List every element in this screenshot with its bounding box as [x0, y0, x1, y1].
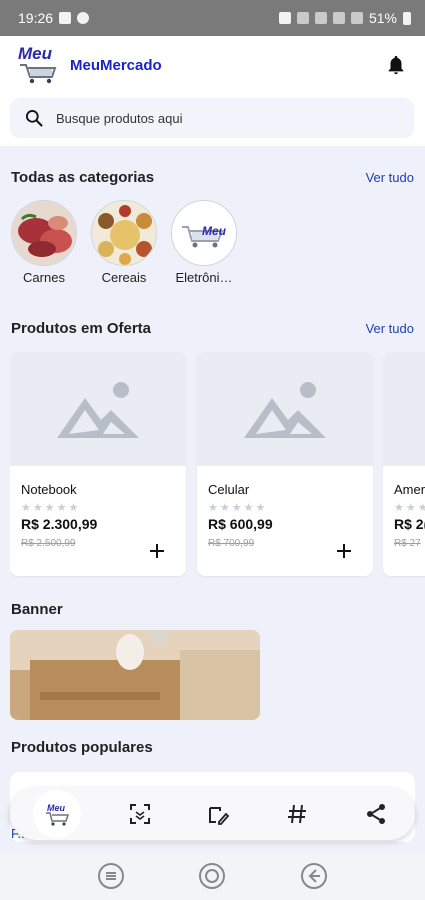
category-label: Cereais: [101, 270, 147, 285]
signal-icon: [332, 12, 345, 24]
category-item-cereais[interactable]: Cereais: [90, 200, 158, 285]
product-card[interactable]: Notebook ★★★★★ R$ 2.300,99 R$ 2.500,99: [10, 352, 186, 576]
banner-image[interactable]: [10, 630, 260, 720]
product-image-placeholder: [383, 352, 425, 466]
product-card[interactable]: Amer ★★★ R$ 2( R$ 27: [383, 352, 425, 576]
scan-icon[interactable]: [120, 794, 160, 834]
image-placeholder-icon: [244, 382, 326, 438]
app-header: Meu MeuMercado: [0, 36, 425, 94]
product-rating: ★★★★★: [21, 502, 81, 514]
carnes-image: [11, 200, 77, 266]
recents-icon[interactable]: [97, 862, 125, 890]
vibrate-icon: [278, 12, 291, 24]
search-placeholder: Busque produtos aqui: [56, 110, 183, 126]
search-icon: [26, 110, 43, 127]
edit-icon[interactable]: [198, 794, 238, 834]
offers-see-all-link[interactable]: Ver tudo: [366, 321, 414, 336]
product-price: R$ 2(: [394, 516, 425, 532]
gallery-notification-icon: [59, 12, 72, 24]
home-icon[interactable]: [198, 862, 226, 890]
battery-percent: 51%: [368, 10, 397, 26]
offers-carousel[interactable]: Notebook ★★★★★ R$ 2.300,99 R$ 2.500,99 C…: [10, 352, 425, 578]
categories-title: Todas as categorias: [11, 169, 155, 186]
app-notification-icon: [77, 12, 90, 24]
share-icon[interactable]: [356, 794, 396, 834]
product-image-placeholder: [10, 352, 186, 466]
product-name: Celular: [208, 482, 250, 497]
logo-text: Meu: [18, 44, 52, 63]
app-icon[interactable]: Meu: [33, 790, 82, 838]
banner-title: Banner: [11, 601, 63, 618]
svg-text:Meu: Meu: [202, 224, 227, 238]
hashtag-icon[interactable]: [277, 794, 317, 834]
product-old-price: R$ 27: [394, 538, 421, 549]
product-name: Notebook: [21, 482, 77, 497]
product-rating: ★★★: [394, 502, 425, 514]
eletronicos-image: Meu: [171, 200, 237, 266]
bell-icon[interactable]: [385, 53, 407, 77]
product-price: R$ 2.300,99: [21, 516, 98, 532]
mute-icon: [296, 12, 309, 24]
popular-title: Produtos populares: [11, 739, 153, 756]
product-rating: ★★★★★: [208, 502, 268, 514]
signal-icon-2: [350, 12, 363, 24]
add-to-cart-icon[interactable]: [335, 542, 353, 560]
cart-logo-icon: [20, 64, 57, 84]
product-card[interactable]: Celular ★★★★★ R$ 600,99 R$ 700,99: [197, 352, 373, 576]
status-bar: 19:26 51%: [0, 0, 425, 36]
battery-icon: [403, 11, 411, 25]
add-to-cart-icon[interactable]: [148, 542, 166, 560]
floating-toolbar: Meu: [10, 788, 415, 840]
search-area: Busque produtos aqui: [0, 94, 425, 146]
back-icon[interactable]: [300, 862, 328, 890]
svg-text:Meu: Meu: [47, 803, 66, 813]
category-label: Eletrôni…: [175, 270, 233, 285]
product-image-placeholder: [197, 352, 373, 466]
category-item-carnes[interactable]: Carnes: [10, 200, 78, 285]
app-title: MeuMercado: [70, 56, 162, 74]
image-placeholder-icon: [57, 382, 139, 438]
wifi-icon: [314, 12, 327, 24]
cereais-image: [91, 200, 157, 266]
status-time: 19:26: [18, 10, 54, 26]
search-input[interactable]: Busque produtos aqui: [10, 98, 414, 138]
app-logo: Meu: [18, 44, 62, 86]
category-label: Carnes: [23, 270, 65, 285]
product-price: R$ 600,99: [208, 516, 273, 532]
category-item-eletronicos[interactable]: Meu Eletrôni…: [170, 200, 238, 285]
product-name: Amer: [394, 482, 425, 497]
offers-title: Produtos em Oferta: [11, 320, 152, 337]
categories-see-all-link[interactable]: Ver tudo: [366, 170, 414, 185]
system-nav-bar: [0, 852, 425, 900]
category-list: Carnes Cereais Meu Eletrôni…: [10, 200, 238, 285]
